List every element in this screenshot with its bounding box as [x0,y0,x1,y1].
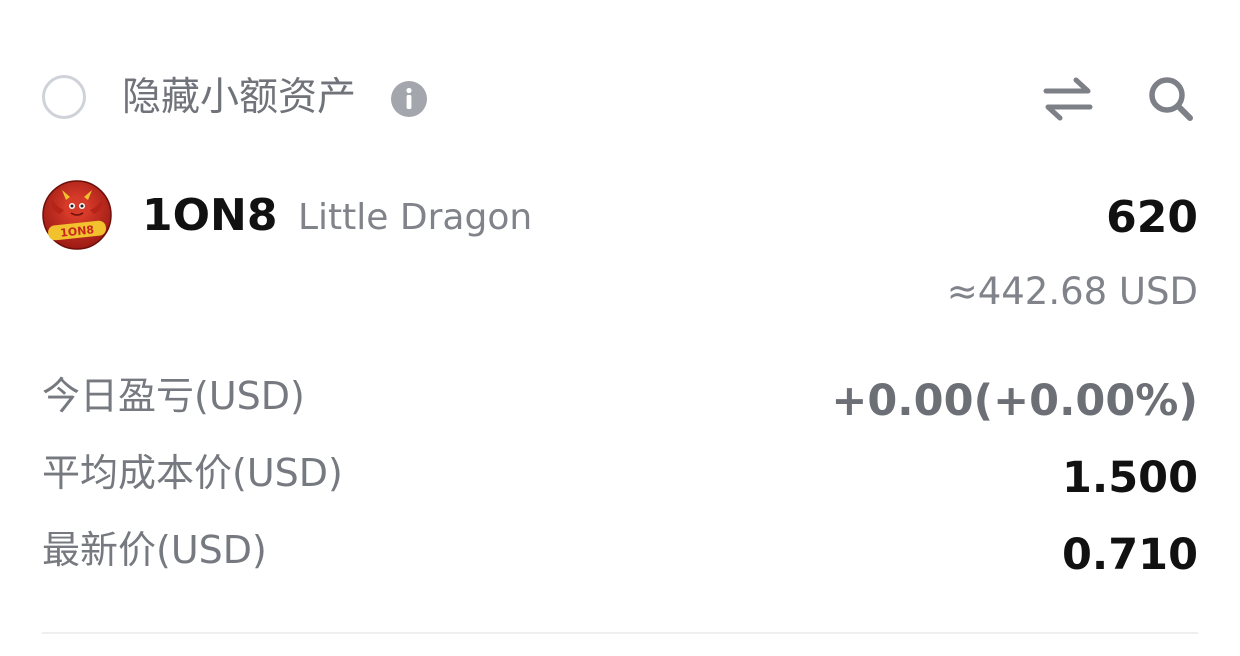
hide-small-assets-label[interactable]: 隐藏小额资产 [122,74,356,122]
stat-value: +0.00(+0.00%) [831,376,1198,426]
asset-quantity: 620 [1106,192,1198,243]
swap-icon[interactable] [1042,76,1094,122]
stat-label: 最新价(USD) [42,528,267,572]
info-icon[interactable] [390,80,428,118]
filter-bar: 隐藏小额资产 [42,70,1198,126]
search-icon[interactable] [1146,74,1196,124]
asset-row[interactable]: 1ON8 1ON8 Little Dragon 620 ≈442.68 USD [42,180,1198,320]
divider [42,632,1198,634]
stat-row-avg-cost: 平均成本价(USD) 1.500 [42,445,1198,522]
asset-symbol: 1ON8 [142,190,278,241]
stat-row-today-pnl: 今日盈亏(USD) +0.00(+0.00%) [42,368,1198,445]
asset-name: Little Dragon [298,197,533,238]
stat-label: 今日盈亏(USD) [42,374,305,418]
asset-detail-page: 隐藏小额资产 1ON8 1ON8 Little Dragon 620 ≈442.… [0,0,1240,656]
hide-small-assets-radio[interactable] [42,75,86,119]
coin-logo-dragon: 1ON8 [42,180,112,250]
stat-value: 1.500 [1061,453,1198,503]
asset-stats: 今日盈亏(USD) +0.00(+0.00%) 平均成本价(USD) 1.500… [42,368,1198,599]
asset-usd-value: ≈442.68 USD [946,270,1198,313]
stat-value: 0.710 [1061,530,1198,580]
stat-label: 平均成本价(USD) [42,451,343,495]
stat-row-latest-price: 最新价(USD) 0.710 [42,522,1198,599]
